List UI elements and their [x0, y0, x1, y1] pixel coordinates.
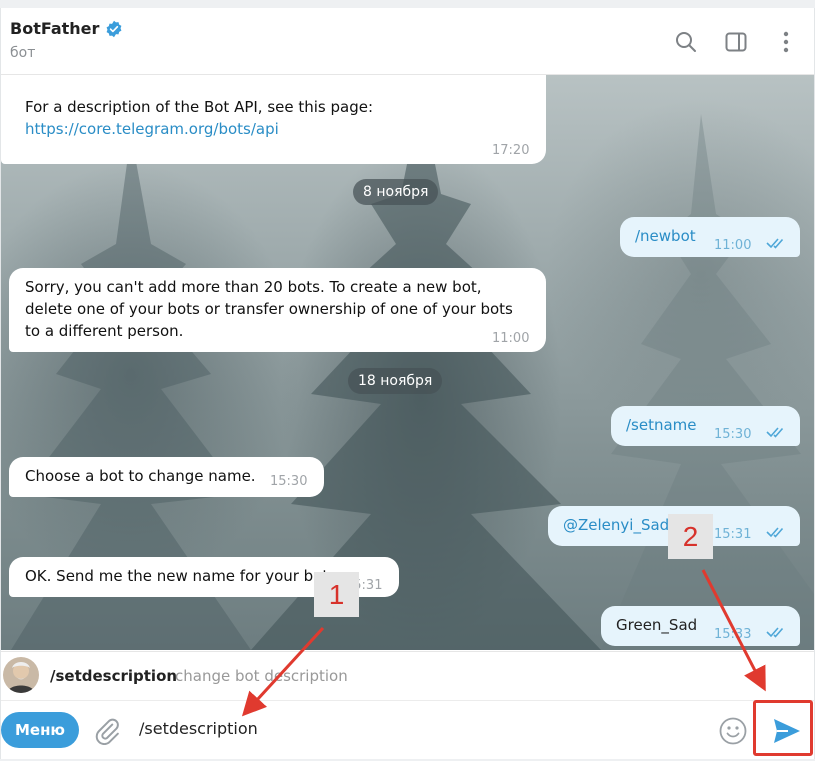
message-time: 15:31	[714, 527, 752, 542]
command-suggestion[interactable]: /setdescription change bot description	[1, 651, 814, 700]
chat-subtitle: бот	[10, 45, 36, 61]
date-separator: 18 ноября	[348, 368, 443, 394]
read-checkmarks-icon	[766, 527, 784, 538]
menu-button[interactable]: Меню	[1, 712, 79, 748]
message-text-line: delete one of your bots or transfer owne…	[25, 300, 513, 318]
message-incoming[interactable]: Choose a bot to change name. 15:30	[9, 457, 324, 497]
message-time: 15:33	[714, 627, 752, 642]
command-name: /setdescription	[50, 667, 178, 685]
message-outgoing[interactable]: Green_Sad 15:33	[601, 606, 800, 646]
message-text-line: to a different person.	[25, 322, 184, 340]
message-text-line: Sorry, you can't add more than 20 bots. …	[25, 278, 482, 296]
message-composer: Меню /setdescription	[1, 700, 814, 759]
read-checkmarks-icon	[766, 427, 784, 438]
message-outgoing[interactable]: /newbot 11:00	[620, 217, 800, 257]
message-time: 15:30	[714, 427, 752, 442]
avatar	[3, 657, 39, 693]
command-description: change bot description	[175, 667, 348, 685]
annotation-marker-1: 1	[314, 572, 359, 617]
message-text: Green_Sad	[616, 616, 698, 634]
read-checkmarks-icon	[766, 627, 784, 638]
message-time: 11:00	[492, 331, 530, 346]
emoji-icon[interactable]	[718, 716, 748, 746]
message-outgoing[interactable]: /setname 15:30	[611, 406, 800, 446]
attach-icon[interactable]	[93, 717, 121, 745]
message-text: /newbot	[635, 227, 696, 245]
annotation-marker-2: 2	[668, 514, 713, 559]
message-text: /setname	[626, 416, 697, 434]
verified-badge-icon	[106, 20, 122, 37]
message-text: Choose a bot to change name.	[25, 467, 256, 485]
send-button-highlight	[753, 700, 813, 756]
chat-header: BotFather бот	[1, 8, 814, 75]
message-input[interactable]: /setdescription	[139, 719, 258, 738]
more-vertical-icon[interactable]	[772, 28, 800, 56]
read-checkmarks-icon	[766, 238, 784, 249]
message-time: 15:30	[270, 474, 308, 489]
search-icon[interactable]	[672, 28, 700, 56]
message-text: For a description of the Bot API, see th…	[25, 98, 374, 116]
message-incoming[interactable]: Sorry, you can't add more than 20 bots. …	[9, 268, 546, 352]
chat-area[interactable]: For a description of the Bot API, see th…	[1, 74, 814, 650]
message-time: 11:00	[714, 238, 752, 253]
bot-api-link[interactable]: https://core.telegram.org/bots/api	[25, 120, 279, 138]
chat-title-row[interactable]: BotFather	[10, 19, 123, 38]
date-separator: 8 ноября	[353, 179, 439, 205]
chat-title: BotFather	[10, 19, 100, 38]
telegram-window: BotFather бот For a description of the B…	[0, 8, 815, 759]
sidebar-toggle-icon[interactable]	[722, 28, 750, 56]
message-incoming[interactable]: For a description of the Bot API, see th…	[1, 74, 546, 164]
message-time: 17:20	[492, 143, 530, 158]
message-text: OK. Send me the new name for your bot.	[25, 567, 334, 585]
